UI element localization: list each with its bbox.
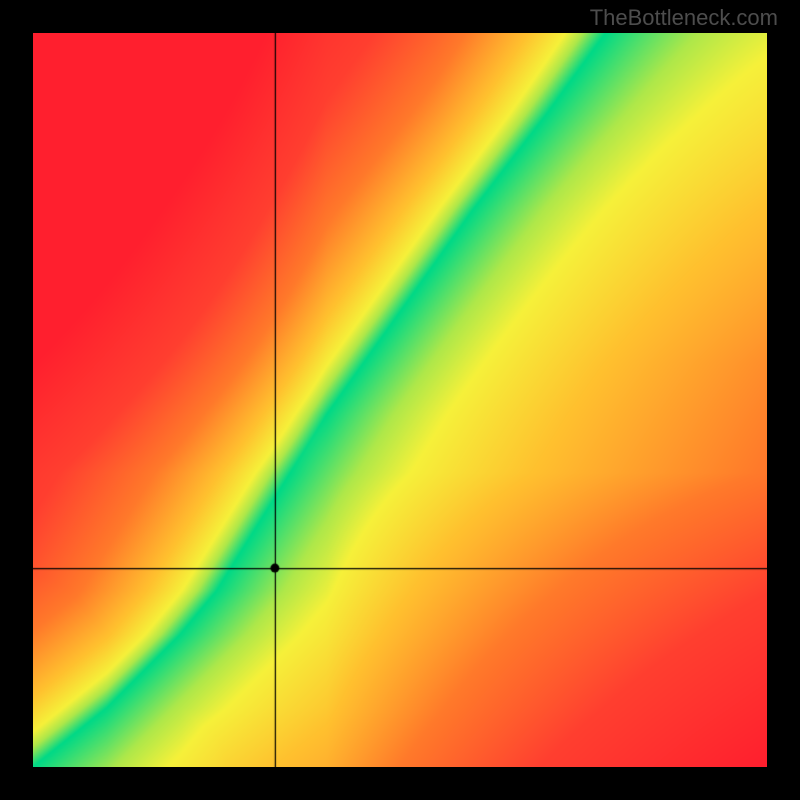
chart-container: TheBottleneck.com <box>0 0 800 800</box>
watermark-text: TheBottleneck.com <box>590 5 778 31</box>
bottleneck-heatmap <box>33 33 767 767</box>
